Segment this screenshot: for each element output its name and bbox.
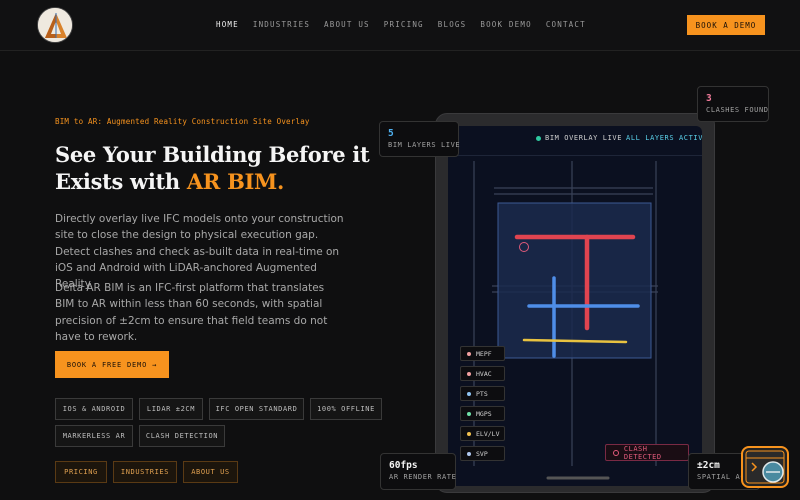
nav-links: HOME INDUSTRIES ABOUT US PRICING BLOGS B… xyxy=(216,20,600,29)
layer-dot-icon xyxy=(467,451,471,456)
pricing-link[interactable]: PRICING xyxy=(55,461,107,483)
feature-tag: IFC OPEN STANDARD xyxy=(209,398,304,420)
layer-dot-icon xyxy=(467,391,471,396)
hero-title: See Your Building Before it Exists with … xyxy=(55,141,375,195)
industries-link[interactable]: INDUSTRIES xyxy=(113,461,177,483)
layer-toggle-mepf[interactable]: MEPF xyxy=(460,346,505,361)
feature-tag: IOS & ANDROID xyxy=(55,398,133,420)
layer-toggle-pts[interactable]: PTS xyxy=(460,386,505,401)
feature-tag: LIDAR ±2CM xyxy=(139,398,203,420)
company-logo[interactable] xyxy=(37,7,73,43)
layer-label: MGPS xyxy=(476,409,492,418)
stat-label: BIM LAYERS LIVE xyxy=(388,141,461,149)
hero-eyebrow: BIM to AR: Augmented Reality Constructio… xyxy=(55,117,310,126)
nav-link-book-demo[interactable]: BOOK DEMO xyxy=(480,20,531,29)
layer-label: ELV/LV xyxy=(476,429,500,438)
book-free-demo-button[interactable]: BOOK A FREE DEMO → xyxy=(55,351,169,378)
clash-detected-badge: CLASH DETECTED xyxy=(605,444,689,461)
layer-dot-icon xyxy=(467,351,471,356)
layer-dot-icon xyxy=(467,411,471,416)
top-navigation: HOME INDUSTRIES ABOUT US PRICING BLOGS B… xyxy=(0,0,800,51)
clash-badge-label: CLASH DETECTED xyxy=(623,444,662,461)
stat-card-layers: 5 BIM LAYERS LIVE xyxy=(379,121,461,157)
layer-label: HVAC xyxy=(476,369,492,378)
hero-paragraph-2: Delta AR BIM is an IFC-first platform th… xyxy=(55,282,328,343)
about-us-link[interactable]: ABOUT US xyxy=(183,461,238,483)
feature-tag: MARKERLESS AR xyxy=(55,425,133,447)
stat-value: 3 xyxy=(706,93,712,104)
nav-link-blogs[interactable]: BLOGS xyxy=(438,20,467,29)
clash-ring-icon xyxy=(613,449,619,456)
room-volume xyxy=(497,202,652,359)
layer-toggle-elv-lv[interactable]: ELV/LV xyxy=(460,426,505,441)
chat-terminal-icon xyxy=(745,450,785,484)
stat-card-fps: 60fps AR RENDER RATE xyxy=(380,453,456,490)
layer-label: MEPF xyxy=(476,349,492,358)
nav-link-pricing[interactable]: PRICING xyxy=(384,20,424,29)
stat-card-clashes: 3 CLASHES FOUND xyxy=(697,86,769,122)
stat-label: CLASHES FOUND xyxy=(706,106,769,114)
layer-toggle-svp[interactable]: SVP xyxy=(460,446,505,461)
nav-link-industries[interactable]: INDUSTRIES xyxy=(253,20,310,29)
chat-widget-button[interactable] xyxy=(741,446,789,488)
layer-label: SVP xyxy=(476,449,488,458)
layer-label: PTS xyxy=(476,389,488,398)
layer-toggle-mgps[interactable]: MGPS xyxy=(460,406,505,421)
stat-value: ±2cm xyxy=(697,460,720,471)
stat-label: AR RENDER RATE xyxy=(389,473,457,481)
layer-toggle-hvac[interactable]: HVAC xyxy=(460,366,505,381)
hero-title-accent: AR BIM. xyxy=(186,169,284,194)
nav-link-contact[interactable]: CONTACT xyxy=(546,20,586,29)
feature-tag: CLASH DETECTION xyxy=(139,425,225,447)
layer-dot-icon xyxy=(467,371,471,376)
nav-link-home[interactable]: HOME xyxy=(216,20,239,29)
stat-value: 60fps xyxy=(389,460,418,471)
stat-value: 5 xyxy=(388,128,394,139)
logo-icon xyxy=(38,8,72,42)
feature-tag: 100% OFFLINE xyxy=(310,398,382,420)
book-a-demo-button[interactable]: BOOK A DEMO xyxy=(687,15,765,35)
layer-dot-icon xyxy=(467,431,471,436)
nav-link-about-us[interactable]: ABOUT US xyxy=(324,20,370,29)
